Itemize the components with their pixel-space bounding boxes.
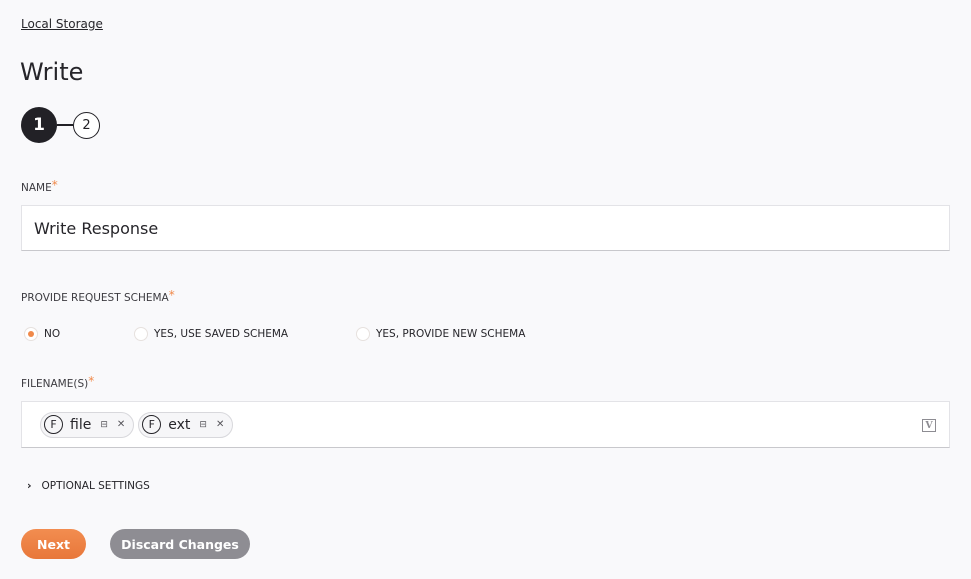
page-title: Write — [20, 58, 84, 86]
filename-pill-ext[interactable]: F ext ⊟ ✕ — [138, 411, 234, 438]
name-label-text: NAME — [21, 182, 52, 194]
radio-provide-new-schema-label: YES, PROVIDE NEW SCHEMA — [376, 328, 526, 340]
radio-circle[interactable] — [134, 327, 148, 341]
function-badge-icon: F — [142, 415, 162, 434]
pill-text: file — [70, 416, 92, 433]
stepper: 1 2 — [21, 107, 100, 143]
next-button[interactable]: Next — [21, 529, 86, 559]
pill-text: ext — [168, 416, 191, 433]
breadcrumb-local-storage[interactable]: Local Storage — [21, 17, 103, 31]
radio-circle-checked[interactable] — [24, 327, 38, 341]
step-connector — [57, 124, 73, 126]
expand-icon[interactable]: ⊟ — [100, 420, 108, 430]
radio-circle[interactable] — [356, 327, 370, 341]
filenames-label: FILENAME(S)* — [21, 374, 95, 390]
name-input[interactable] — [21, 205, 950, 251]
name-label: NAME* — [21, 178, 58, 194]
radio-no-label: NO — [44, 328, 61, 340]
close-icon[interactable]: ✕ — [117, 419, 125, 430]
schema-label: PROVIDE REQUEST SCHEMA* — [21, 288, 175, 304]
radio-use-saved-schema[interactable]: YES, USE SAVED SCHEMA — [134, 327, 356, 341]
expand-icon[interactable]: ⊟ — [199, 420, 207, 430]
radio-no[interactable]: NO — [24, 327, 134, 341]
close-icon[interactable]: ✕ — [216, 419, 224, 430]
optional-settings-toggle[interactable]: › OPTIONAL SETTINGS — [27, 479, 150, 492]
step-1[interactable]: 1 — [21, 107, 57, 143]
radio-dot — [28, 331, 34, 337]
required-marker: * — [51, 178, 58, 192]
schema-label-text: PROVIDE REQUEST SCHEMA — [21, 292, 169, 304]
variable-icon[interactable]: V — [922, 419, 936, 432]
discard-changes-button[interactable]: Discard Changes — [110, 529, 250, 559]
optional-settings-label: OPTIONAL SETTINGS — [41, 479, 150, 492]
required-marker: * — [168, 288, 175, 302]
filenames-label-text: FILENAME(S) — [21, 378, 89, 390]
radio-provide-new-schema[interactable]: YES, PROVIDE NEW SCHEMA — [356, 327, 525, 341]
filename-pill-file[interactable]: F file ⊟ ✕ — [40, 411, 135, 438]
chevron-right-icon: › — [27, 479, 32, 492]
required-marker: * — [88, 374, 95, 388]
function-badge-icon: F — [44, 415, 63, 434]
radio-use-saved-schema-label: YES, USE SAVED SCHEMA — [154, 328, 289, 340]
schema-radio-group: NO YES, USE SAVED SCHEMA YES, PROVIDE NE… — [24, 327, 525, 341]
step-2[interactable]: 2 — [73, 111, 100, 139]
filenames-input[interactable]: F file ⊟ ✕ F ext ⊟ ✕ V — [21, 401, 950, 448]
